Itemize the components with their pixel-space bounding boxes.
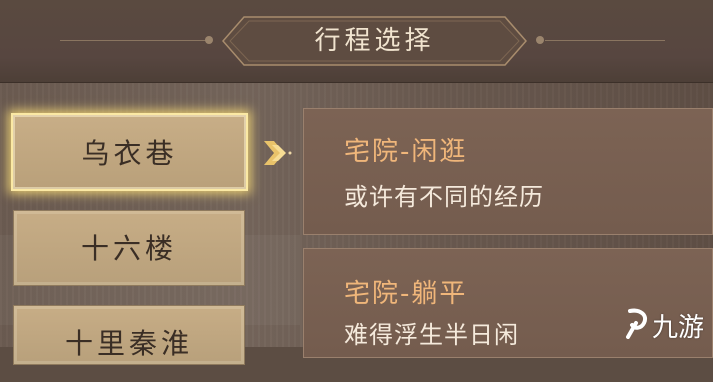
chevron-right-icon: [264, 141, 292, 165]
page-title: 行程选择: [314, 26, 435, 56]
event-card-xianguang[interactable]: 宅院-闲逛 或许有不同的经历: [303, 108, 713, 235]
watermark-text: 九游: [652, 313, 705, 343]
event-description: 或许有不同的经历: [344, 183, 544, 211]
location-button-shiliulou[interactable]: 十六楼: [13, 210, 245, 286]
location-button-shiliqinhuai[interactable]: 十里秦淮: [13, 305, 245, 365]
header-ornament-left: [205, 36, 213, 44]
header-divider-right: [545, 40, 665, 41]
header-bar: 行程选择: [0, 0, 713, 83]
event-description: 难得浮生半日闲: [344, 321, 519, 349]
event-title: 宅院-躺平: [344, 279, 468, 309]
header-ornament-right: [536, 36, 544, 44]
title-plate: 行程选择: [222, 16, 527, 66]
location-button-wuyixiang[interactable]: 乌衣巷: [11, 113, 248, 191]
watermark-logo: 九游: [622, 305, 710, 343]
event-title: 宅院-闲逛: [344, 137, 468, 167]
nine-game-logo-icon: [626, 308, 647, 339]
header-divider-left: [60, 40, 210, 41]
